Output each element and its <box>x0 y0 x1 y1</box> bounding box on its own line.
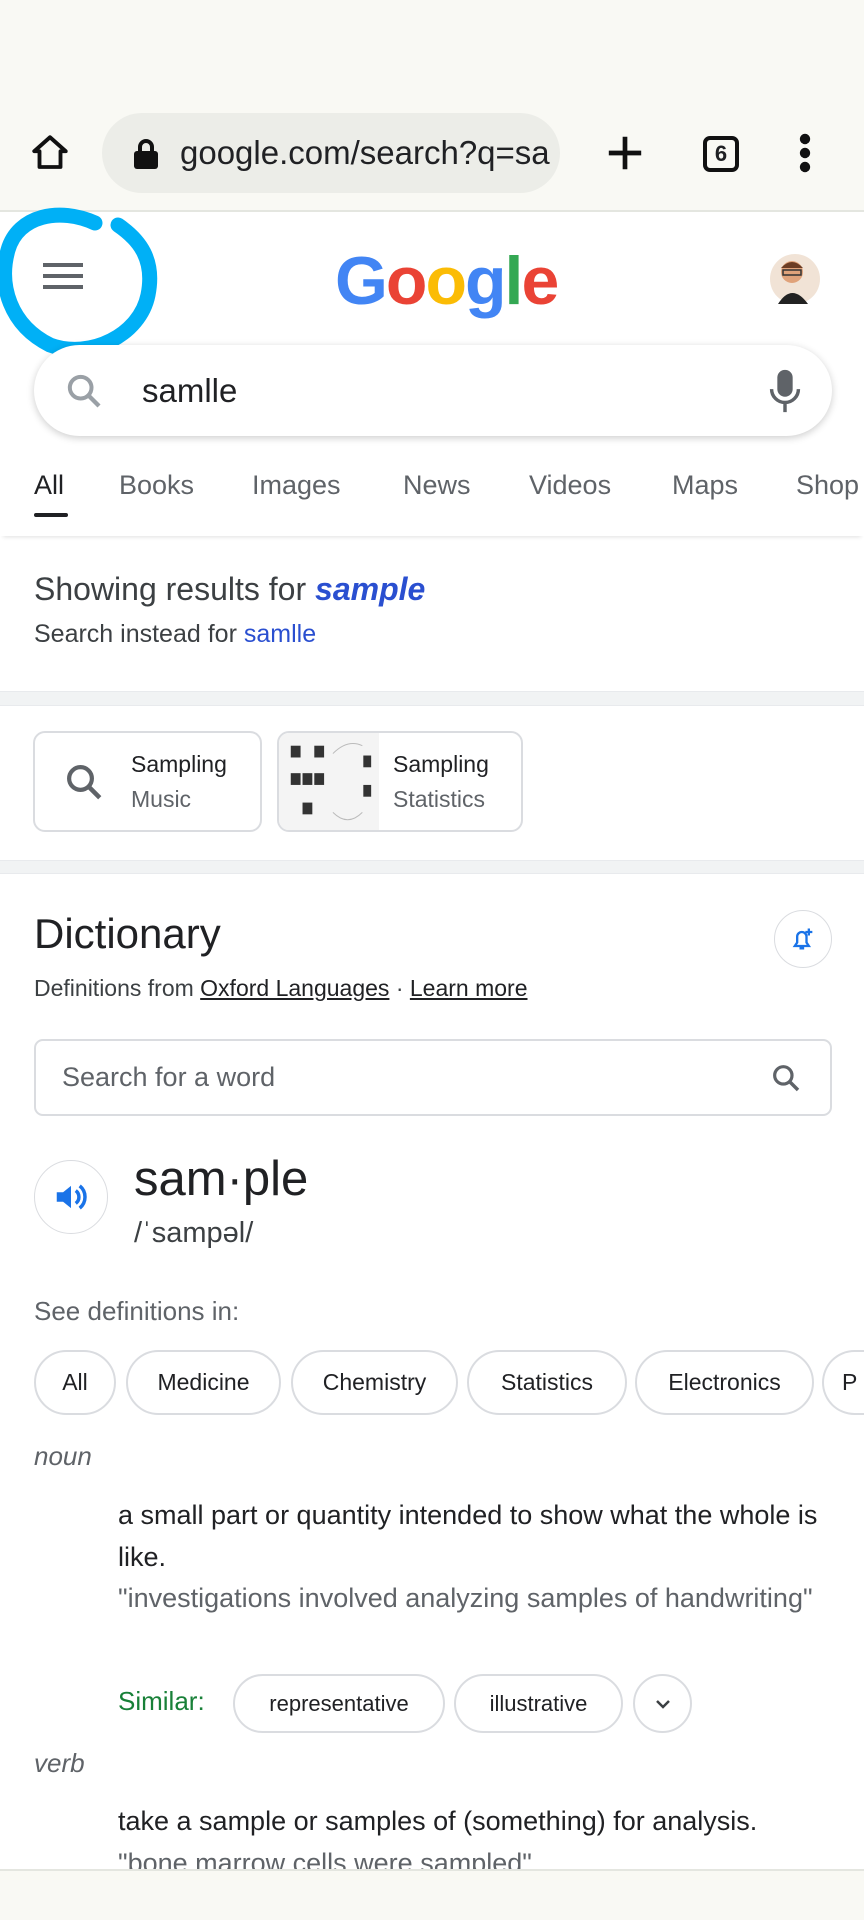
search-bar[interactable]: samlle <box>34 345 832 436</box>
tab-images[interactable]: Images <box>252 470 341 501</box>
tab-news[interactable]: News <box>403 470 471 501</box>
pronounce-button[interactable] <box>34 1160 108 1234</box>
active-tab-indicator <box>34 513 68 517</box>
showing-results: Showing results for sample <box>34 571 425 608</box>
part-of-speech-verb: verb <box>34 1748 85 1778</box>
source-prefix: Definitions from <box>34 975 194 1001</box>
expand-similar-button[interactable] <box>633 1674 692 1733</box>
related-chip-sampling-music[interactable]: Sampling Music <box>33 731 262 832</box>
field-pill-all[interactable]: All <box>34 1350 116 1415</box>
corrected-query-link[interactable]: sample <box>315 571 425 607</box>
verb-definition: take a sample or samples of (something) … <box>118 1806 758 1836</box>
separator: · <box>395 975 404 1001</box>
part-of-speech-noun: noun <box>34 1441 92 1471</box>
mic-icon[interactable] <box>768 368 802 414</box>
chip-subtitle: Music <box>131 785 192 812</box>
address-bar[interactable]: google.com/search?q=sa <box>102 113 560 193</box>
field-pill-statistics[interactable]: Statistics <box>467 1350 627 1415</box>
word-search-input[interactable]: Search for a word <box>62 1062 770 1093</box>
original-query-link[interactable]: samlle <box>244 620 316 648</box>
tab-maps[interactable]: Maps <box>672 470 738 501</box>
more-vert-icon[interactable] <box>775 123 835 183</box>
learn-more-link[interactable]: Learn more <box>410 975 528 1001</box>
bell-plus-icon <box>792 928 813 950</box>
tab-books[interactable]: Books <box>119 470 194 501</box>
speaker-icon <box>56 1184 87 1210</box>
pronunciation: /ˈsampəl/ <box>134 1217 254 1249</box>
similar-label: Similar: <box>118 1686 205 1716</box>
url-text: google.com/search?q=sa <box>180 134 550 171</box>
search-input[interactable]: samlle <box>142 372 768 410</box>
similar-chip-illustrative[interactable]: illustrative <box>454 1674 623 1733</box>
home-icon[interactable] <box>20 123 80 183</box>
tabs-button[interactable]: 6 <box>703 136 739 172</box>
alert-button[interactable] <box>774 910 832 968</box>
section-divider <box>0 691 864 706</box>
chip-title: Sampling <box>393 750 489 777</box>
menu-icon[interactable] <box>43 262 83 295</box>
similar-chip-representative[interactable]: representative <box>233 1674 445 1733</box>
word-search-box[interactable]: Search for a word <box>34 1039 832 1116</box>
section-divider <box>0 860 864 874</box>
field-pill-medicine[interactable]: Medicine <box>126 1350 281 1415</box>
oxford-languages-link[interactable]: Oxford Languages <box>200 975 389 1001</box>
tab-all[interactable]: All <box>34 470 64 501</box>
search-instead: Search instead for samlle <box>34 620 316 649</box>
related-chip-sampling-statistics[interactable]: Sampling Statistics <box>277 731 523 832</box>
dictionary-source: Definitions from Oxford Languages · Lear… <box>34 975 528 1002</box>
dictionary-title: Dictionary <box>34 910 221 957</box>
field-pill-more[interactable]: P <box>822 1350 864 1415</box>
showing-label: Showing results for <box>34 571 307 607</box>
noun-definition: a small part or quantity intended to sho… <box>118 1500 818 1572</box>
avatar[interactable] <box>770 254 820 304</box>
see-definitions-label: See definitions in: <box>34 1296 240 1326</box>
search-icon[interactable] <box>770 1062 802 1094</box>
lock-icon <box>134 139 158 169</box>
chip-subtitle: Statistics <box>393 785 486 812</box>
statistics-thumbnail <box>279 733 379 830</box>
chip-title: Sampling <box>131 750 227 777</box>
google-logo[interactable]: Google <box>335 242 559 320</box>
bottom-bar <box>0 1869 864 1920</box>
search-icon <box>67 374 101 408</box>
tab-videos[interactable]: Videos <box>529 470 611 501</box>
headword: sam·ple <box>134 1152 309 1206</box>
tab-shopping[interactable]: Shop <box>796 470 859 501</box>
instead-label: Search instead for <box>34 620 237 648</box>
search-icon <box>67 764 102 799</box>
noun-example: "investigations involved analyzing sampl… <box>118 1583 813 1613</box>
field-pill-chemistry[interactable]: Chemistry <box>291 1350 458 1415</box>
chevron-down-icon <box>655 1699 670 1709</box>
field-pill-electronics[interactable]: Electronics <box>635 1350 814 1415</box>
new-tab-icon[interactable] <box>595 123 655 183</box>
